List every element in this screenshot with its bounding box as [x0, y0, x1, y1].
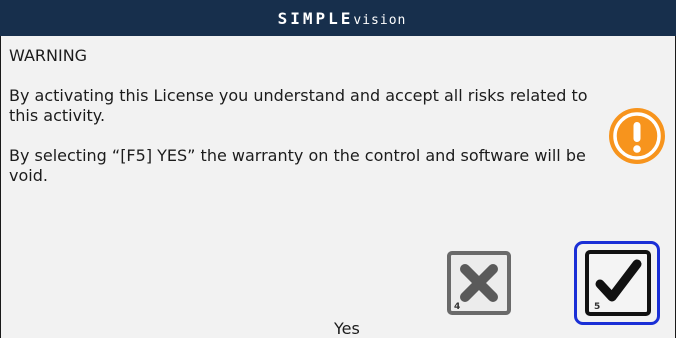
f5-key-label: 5 — [594, 302, 601, 312]
title-bar: SIMPLE vision — [0, 0, 676, 36]
exclamation-circle-icon — [609, 108, 665, 164]
confirm-button[interactable]: 5 — [574, 241, 660, 325]
warning-heading: WARNING — [9, 46, 88, 65]
message-body: WARNING By activating this License you u… — [9, 46, 589, 186]
f4-key-label: 4 — [454, 302, 461, 312]
cancel-button[interactable]: 4 — [447, 251, 511, 315]
risk-statement: By activating this License you understan… — [9, 86, 588, 125]
brand-light-text: vision — [353, 12, 407, 28]
brand-logo: SIMPLE vision — [270, 9, 407, 28]
selection-label: Yes — [334, 319, 360, 338]
brand-strong-text: SIMPLE — [277, 8, 354, 28]
confirm-button-face: 5 — [585, 250, 651, 316]
warranty-statement: By selecting “[F5] YES” the warranty on … — [9, 146, 586, 185]
license-warning-dialog: SIMPLE vision WARNING By activating this… — [0, 0, 676, 338]
